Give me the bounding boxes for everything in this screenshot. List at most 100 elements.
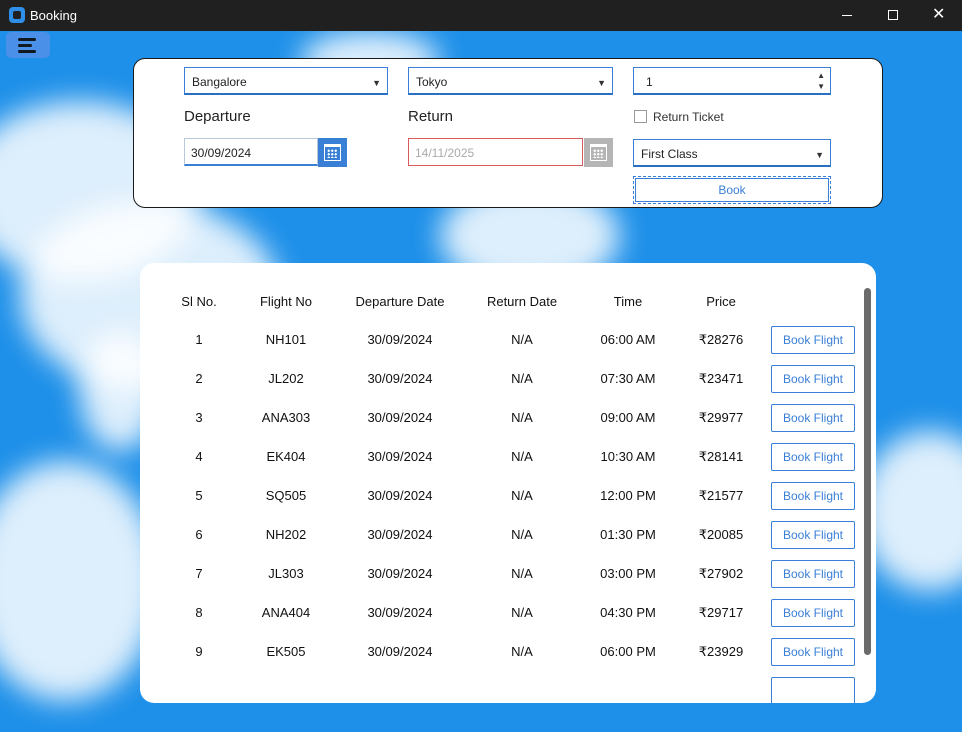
book-flight-button[interactable]: Book Flight <box>771 443 855 471</box>
book-flight-button[interactable]: Book Flight <box>771 326 855 354</box>
book-flight-button[interactable]: Book Flight <box>771 560 855 588</box>
cell-sl-no: 4 <box>195 449 203 464</box>
cell-price: ₹29977 <box>698 410 744 425</box>
table-row: 9 EK505 30/09/2024 N/A 06:00 PM ₹23929 Book Fl… <box>140 638 860 677</box>
departure-date-field[interactable]: 30/09/2024 <box>184 138 318 166</box>
chevron-down-icon: ▼ <box>372 78 381 88</box>
cell-time: 10:30 AM <box>600 449 656 464</box>
cell-price: ₹29717 <box>698 605 744 620</box>
book-flight-button[interactable]: Book Flight <box>771 365 855 393</box>
cell-return-date: N/A <box>511 605 533 620</box>
book-flight-button[interactable]: Book Flight <box>771 599 855 627</box>
cell-sl-no: 5 <box>195 488 203 503</box>
cell-departure-date: 30/09/2024 <box>367 410 433 425</box>
cell-price: ₹28276 <box>698 332 744 347</box>
cell-return-date: N/A <box>511 410 533 425</box>
header-time: Time <box>613 294 643 309</box>
hamburger-menu-button[interactable] <box>6 32 50 58</box>
minimize-button[interactable] <box>824 0 870 31</box>
cell-departure-date: 30/09/2024 <box>367 644 433 659</box>
cell-time: 01:30 PM <box>600 527 656 542</box>
cell-price: ₹27902 <box>698 566 744 581</box>
table-row: 5 SQ505 30/09/2024 N/A 12:00 PM ₹21577 Book Fl… <box>140 482 860 521</box>
cell-sl-no: 7 <box>195 566 203 581</box>
cell-sl-no: 2 <box>195 371 203 386</box>
cell-flight-no: ANA303 <box>261 410 311 425</box>
cell-time: 04:30 PM <box>600 605 656 620</box>
cell-flight-no: JL202 <box>268 371 304 386</box>
header-flight-no: Flight No <box>259 294 313 309</box>
cell-flight-no: EK505 <box>266 644 306 659</box>
chevron-down-icon: ▼ <box>597 78 606 88</box>
cell-departure-date: 30/09/2024 <box>367 527 433 542</box>
cell-departure-date: 30/09/2024 <box>367 371 433 386</box>
book-flight-button[interactable]: Book Flight <box>771 521 855 549</box>
book-button[interactable]: Book <box>633 176 831 204</box>
spin-down-icon[interactable]: ▼ <box>817 82 825 91</box>
cell-price: ₹23929 <box>698 644 744 659</box>
minimize-icon <box>842 15 852 16</box>
app-icon <box>9 7 25 23</box>
table-row: 8 ANA404 30/09/2024 N/A 04:30 PM ₹29717 Book F… <box>140 599 860 638</box>
scrollbar-thumb[interactable] <box>864 288 871 655</box>
table-row: 6 NH202 30/09/2024 N/A 01:30 PM ₹20085 Book Fl… <box>140 521 860 560</box>
spin-up-icon[interactable]: ▲ <box>817 71 825 80</box>
cell-time: 12:00 PM <box>600 488 656 503</box>
header-price: Price <box>706 294 736 309</box>
table-row: 7 JL303 30/09/2024 N/A 03:00 PM ₹27902 Book Fl… <box>140 560 860 599</box>
maximize-icon <box>888 10 898 20</box>
departure-calendar-button[interactable] <box>318 138 347 167</box>
table-row: 4 EK404 30/09/2024 N/A 10:30 AM ₹28141 Book Fl… <box>140 443 860 482</box>
table-row: 1 NH101 30/09/2024 N/A 06:00 AM ₹28276 Book Fl… <box>140 326 860 365</box>
departure-label: Departure <box>184 108 251 125</box>
booking-form-panel: Bangalore ▼ Tokyo ▼ 1 ▲ ▼ Departure Retu… <box>133 58 883 208</box>
cell-return-date: N/A <box>511 527 533 542</box>
cell-time: 03:00 PM <box>600 566 656 581</box>
header-departure-date: Departure Date <box>355 294 445 309</box>
cell-time: 07:30 AM <box>600 371 656 386</box>
cell-price: ₹21577 <box>698 488 744 503</box>
to-city-select[interactable]: Tokyo ▼ <box>408 67 613 95</box>
cell-return-date: N/A <box>511 644 533 659</box>
cell-return-date: N/A <box>511 449 533 464</box>
passenger-count-stepper[interactable]: 1 ▲ ▼ <box>633 67 831 95</box>
return-date-field[interactable]: 14/11/2025 <box>408 138 583 166</box>
header-sl-no: Sl No. <box>181 294 217 309</box>
maximize-button[interactable] <box>870 0 916 31</box>
cell-departure-date: 30/09/2024 <box>367 449 433 464</box>
cell-departure-date: 30/09/2024 <box>367 332 433 347</box>
cell-flight-no: NH202 <box>265 527 307 542</box>
book-flight-button-partial[interactable] <box>771 677 855 703</box>
return-ticket-checkbox[interactable] <box>634 110 647 123</box>
travel-class-select[interactable]: First Class ▼ <box>633 139 831 167</box>
cell-flight-no: SQ505 <box>265 488 307 503</box>
book-flight-button[interactable]: Book Flight <box>771 482 855 510</box>
chevron-down-icon: ▼ <box>815 150 824 160</box>
return-label: Return <box>408 108 454 125</box>
close-icon: ✕ <box>932 6 946 23</box>
cell-departure-date: 30/09/2024 <box>367 605 433 620</box>
cell-departure-date: 30/09/2024 <box>367 488 433 503</box>
passenger-count-value: 1 <box>646 75 653 89</box>
cell-flight-no: ANA404 <box>261 605 311 620</box>
cell-return-date: N/A <box>511 332 533 347</box>
book-flight-button[interactable]: Book Flight <box>771 404 855 432</box>
calendar-icon <box>590 144 607 161</box>
window-title: Booking <box>30 8 77 23</box>
cell-sl-no: 3 <box>195 410 203 425</box>
cell-price: ₹28141 <box>698 449 744 464</box>
flight-results-panel: Sl No. Flight No Departure Date Return D… <box>140 263 876 703</box>
title-bar: Booking ✕ <box>0 0 962 31</box>
from-city-value: Bangalore <box>192 75 247 89</box>
from-city-select[interactable]: Bangalore ▼ <box>184 67 388 95</box>
return-ticket-label: Return Ticket <box>653 110 724 124</box>
book-flight-button[interactable]: Book Flight <box>771 638 855 666</box>
return-calendar-button[interactable] <box>584 138 613 167</box>
cell-flight-no: NH101 <box>265 332 307 347</box>
to-city-value: Tokyo <box>416 75 448 89</box>
cell-return-date: N/A <box>511 371 533 386</box>
table-row: 2 JL202 30/09/2024 N/A 07:30 AM ₹23471 Book Fl… <box>140 365 860 404</box>
close-button[interactable]: ✕ <box>916 0 962 31</box>
cell-return-date: N/A <box>511 488 533 503</box>
header-return-date: Return Date <box>486 294 558 309</box>
